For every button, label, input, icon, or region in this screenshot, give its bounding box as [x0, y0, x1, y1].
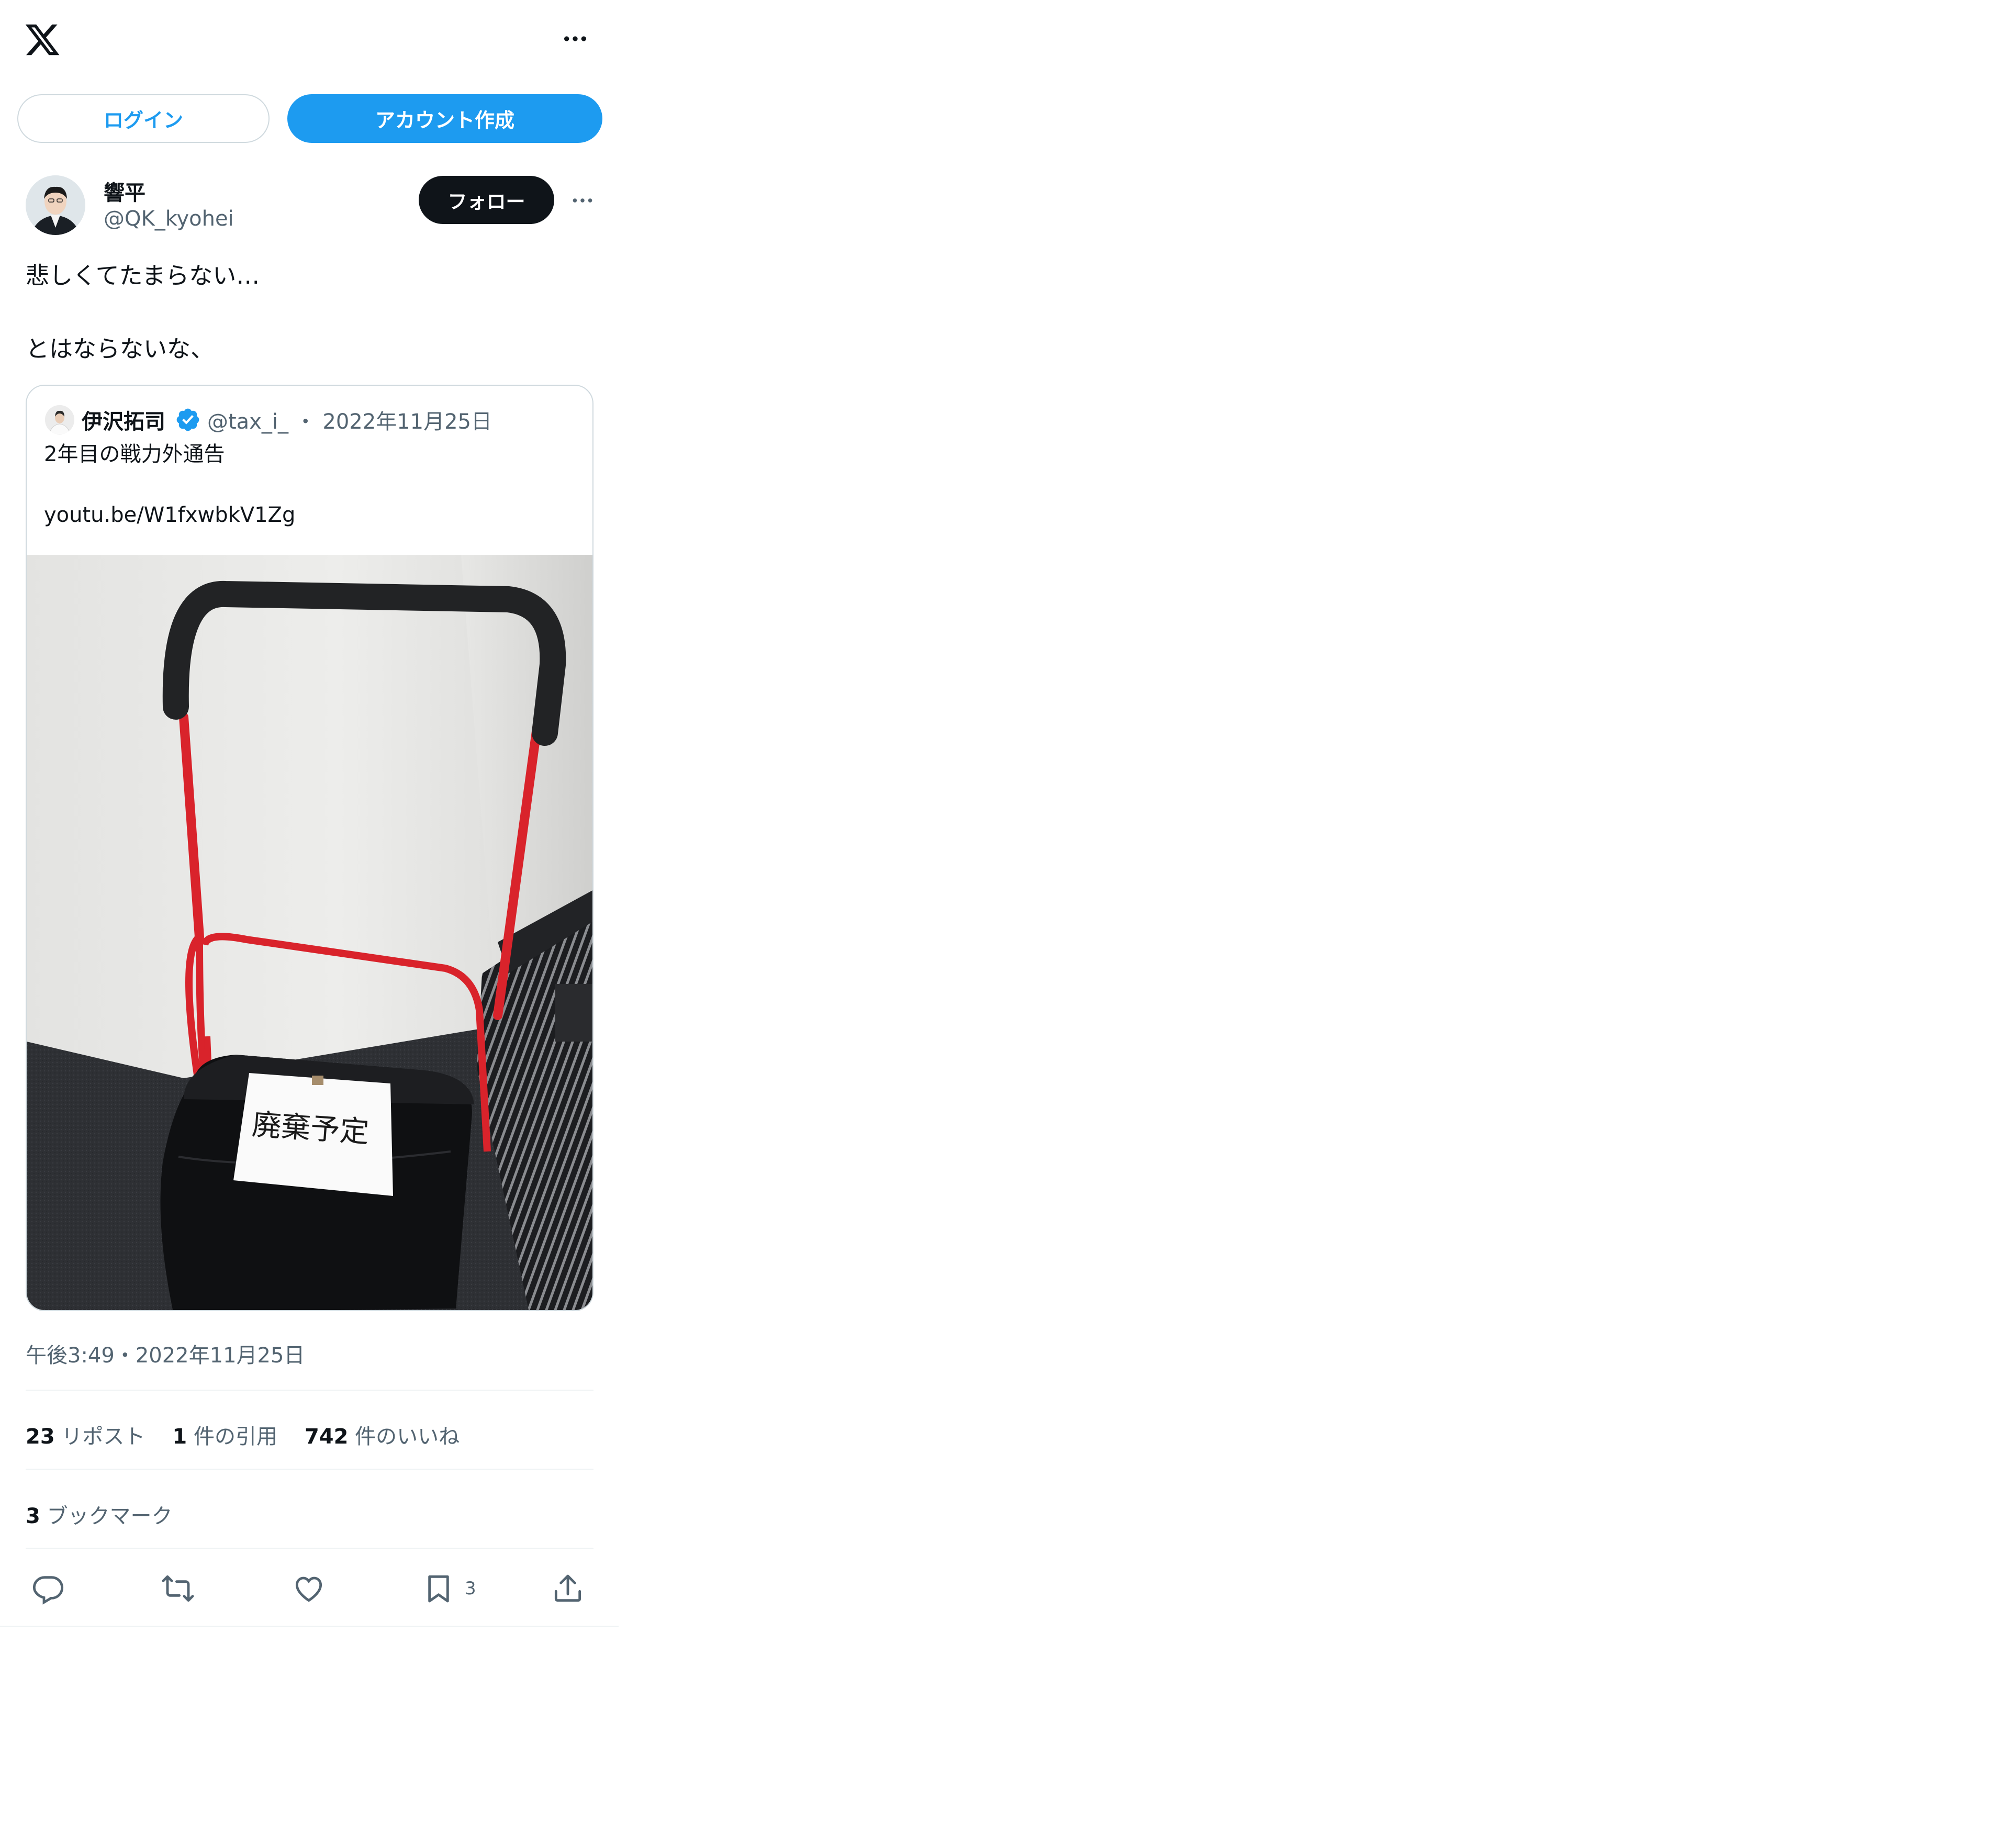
quote-link[interactable]: youtu.be/W1fxwbkV1Zg — [44, 503, 295, 527]
divider — [26, 1390, 593, 1391]
quoted-tweet-card[interactable]: 伊沢拓司 @tax_i_ ・ 2022年11月25日 2年目の戦力外通告 you… — [26, 385, 593, 1311]
bookmark-count: 3 — [465, 1578, 476, 1599]
quote-author-avatar — [45, 405, 74, 434]
author-handle[interactable]: @QK_kyohei — [104, 207, 234, 231]
divider — [26, 1469, 593, 1470]
quotes-count: 1 — [172, 1425, 187, 1449]
like-icon[interactable] — [288, 1568, 330, 1609]
tweet-page: ログイン アカウント作成 響平 @QK_kyohei フォロー 悲しくてたまらな… — [0, 0, 619, 1627]
verified-badge-icon — [175, 407, 201, 433]
divider — [26, 1548, 593, 1549]
tweet-more-icon[interactable] — [564, 186, 601, 215]
quotes-stat[interactable]: 1 件の引用 — [172, 1419, 277, 1450]
reposts-count: 23 — [26, 1425, 55, 1449]
likes-stat[interactable]: 742 件のいいね — [305, 1419, 460, 1450]
tweet-text-line1: 悲しくてたまらない… — [26, 262, 260, 289]
login-button[interactable]: ログイン — [17, 94, 270, 143]
bookmarks-label: ブックマーク — [47, 1504, 173, 1528]
quote-author-name: 伊沢拓司 — [82, 410, 165, 434]
reply-icon[interactable] — [27, 1568, 69, 1609]
quote-author-handle: @tax_i_ ・ 2022年11月25日 — [207, 410, 492, 434]
divider — [0, 1626, 619, 1627]
signup-button[interactable]: アカウント作成 — [287, 94, 602, 143]
quote-photo[interactable]: 廃棄予定 — [27, 555, 592, 1310]
bookmarks-count: 3 — [26, 1504, 40, 1528]
likes-label: 件のいいね — [355, 1425, 460, 1449]
share-icon[interactable] — [547, 1568, 589, 1609]
author-avatar[interactable] — [26, 175, 85, 235]
more-horizontal-icon[interactable] — [554, 23, 597, 54]
likes-count: 742 — [304, 1425, 349, 1449]
quotes-label: 件の引用 — [193, 1425, 277, 1449]
quote-text-line1: 2年目の戦力外通告 — [44, 442, 225, 466]
repost-icon[interactable] — [157, 1568, 199, 1609]
bookmarks-stat[interactable]: 3 ブックマーク — [26, 1499, 173, 1529]
engagement-stats: 23 リポスト 1 件の引用 742 件のいいね — [26, 1419, 487, 1450]
reposts-stat[interactable]: 23 リポスト — [26, 1419, 145, 1450]
follow-button[interactable]: フォロー — [419, 176, 554, 224]
tweet-text-line2: とはならないな、 — [26, 335, 215, 363]
bookmark-icon[interactable] — [418, 1568, 460, 1609]
tweet-text: 悲しくてたまらない… とはならないな、 — [26, 258, 260, 367]
x-logo-icon[interactable] — [24, 21, 61, 59]
reposts-label: リポスト — [61, 1425, 145, 1449]
quote-text: 2年目の戦力外通告 youtu.be/W1fxwbkV1Zg — [44, 439, 295, 530]
author-name[interactable]: 響平 — [104, 176, 145, 206]
tweet-timestamp[interactable]: 午後3:49・2022年11月25日 — [26, 1338, 305, 1369]
